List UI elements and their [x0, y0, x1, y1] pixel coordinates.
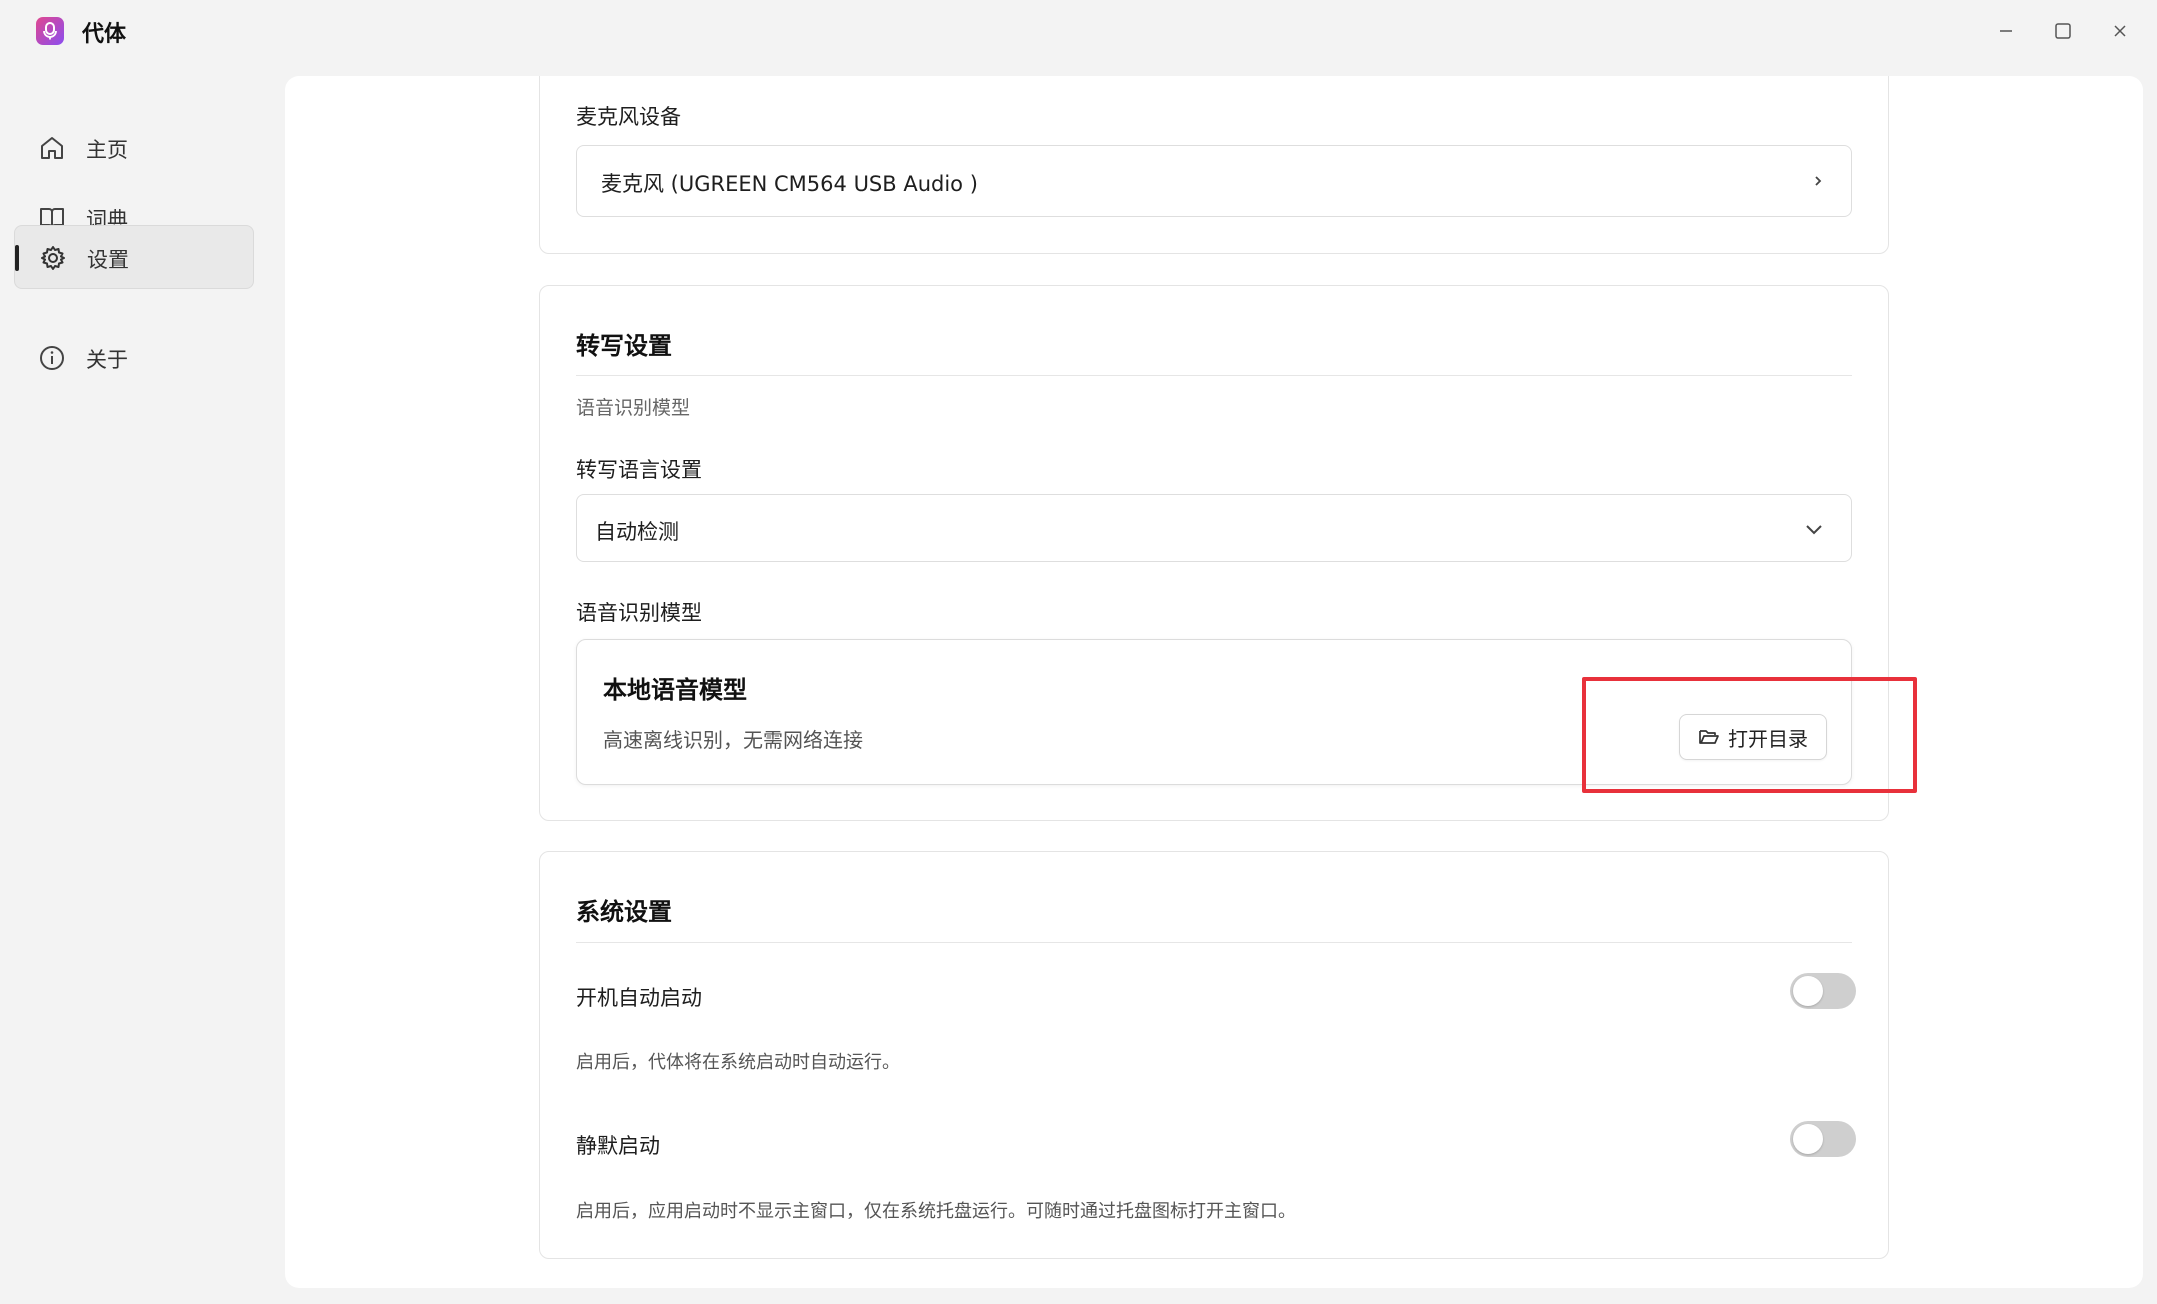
- title-bar: 代体: [0, 0, 2157, 62]
- silent-start-toggle[interactable]: [1790, 1121, 1856, 1157]
- sidebar-item-label: 主页: [86, 138, 128, 162]
- section-subtitle: 语音识别模型: [576, 397, 691, 419]
- app-logo-icon: [36, 17, 64, 45]
- sidebar-item-settings[interactable]: 设置: [14, 225, 254, 289]
- microphone-label: 麦克风设备: [576, 105, 681, 129]
- model-label: 语音识别模型: [576, 601, 702, 625]
- autostart-hint: 启用后，代体将在系统启动时自动运行。: [576, 1052, 900, 1073]
- info-icon: [40, 346, 64, 370]
- model-title: 本地语音模型: [603, 676, 747, 704]
- sidebar: 主页 词典 设置 关于: [0, 62, 270, 1304]
- close-icon[interactable]: [2102, 14, 2138, 48]
- chevron-down-icon: [1806, 525, 1822, 535]
- sidebar-item-about[interactable]: 关于: [14, 326, 254, 390]
- microphone-card: 麦克风设备 麦克风 (UGREEN CM564 USB Audio ): [539, 76, 1889, 254]
- active-indicator: [15, 245, 19, 271]
- minimize-icon[interactable]: [1988, 14, 2024, 48]
- chevron-right-icon: [1815, 176, 1822, 186]
- microphone-value: 麦克风 (UGREEN CM564 USB Audio ): [601, 172, 978, 196]
- silent-start-label: 静默启动: [576, 1134, 660, 1158]
- sidebar-item-label: 设置: [87, 248, 129, 272]
- toggle-knob: [1793, 976, 1823, 1006]
- home-icon: [41, 137, 63, 159]
- section-title: 转写设置: [576, 332, 672, 360]
- divider: [576, 942, 1852, 943]
- system-card: 系统设置 开机自动启动 启用后，代体将在系统启动时自动运行。 静默启动 启用后，…: [539, 851, 1889, 1259]
- sidebar-item-label: 关于: [86, 348, 128, 372]
- sidebar-item-home[interactable]: 主页: [14, 116, 254, 180]
- autostart-label: 开机自动启动: [576, 986, 702, 1010]
- gear-icon: [41, 246, 65, 270]
- language-label: 转写语言设置: [576, 458, 702, 482]
- language-value: 自动检测: [595, 520, 679, 544]
- section-title: 系统设置: [576, 898, 672, 926]
- model-description: 高速离线识别，无需网络连接: [603, 728, 863, 752]
- highlight-box: [1582, 677, 1917, 793]
- app-title: 代体: [82, 22, 127, 47]
- autostart-toggle[interactable]: [1790, 973, 1856, 1009]
- language-select[interactable]: 自动检测: [576, 494, 1852, 562]
- toggle-knob: [1793, 1124, 1823, 1154]
- maximize-icon[interactable]: [2045, 14, 2081, 48]
- microphone-select[interactable]: 麦克风 (UGREEN CM564 USB Audio ): [576, 145, 1852, 217]
- silent-start-hint: 启用后，应用启动时不显示主窗口，仅在系统托盘运行。可随时通过托盘图标打开主窗口。: [576, 1201, 1296, 1222]
- divider: [576, 375, 1852, 376]
